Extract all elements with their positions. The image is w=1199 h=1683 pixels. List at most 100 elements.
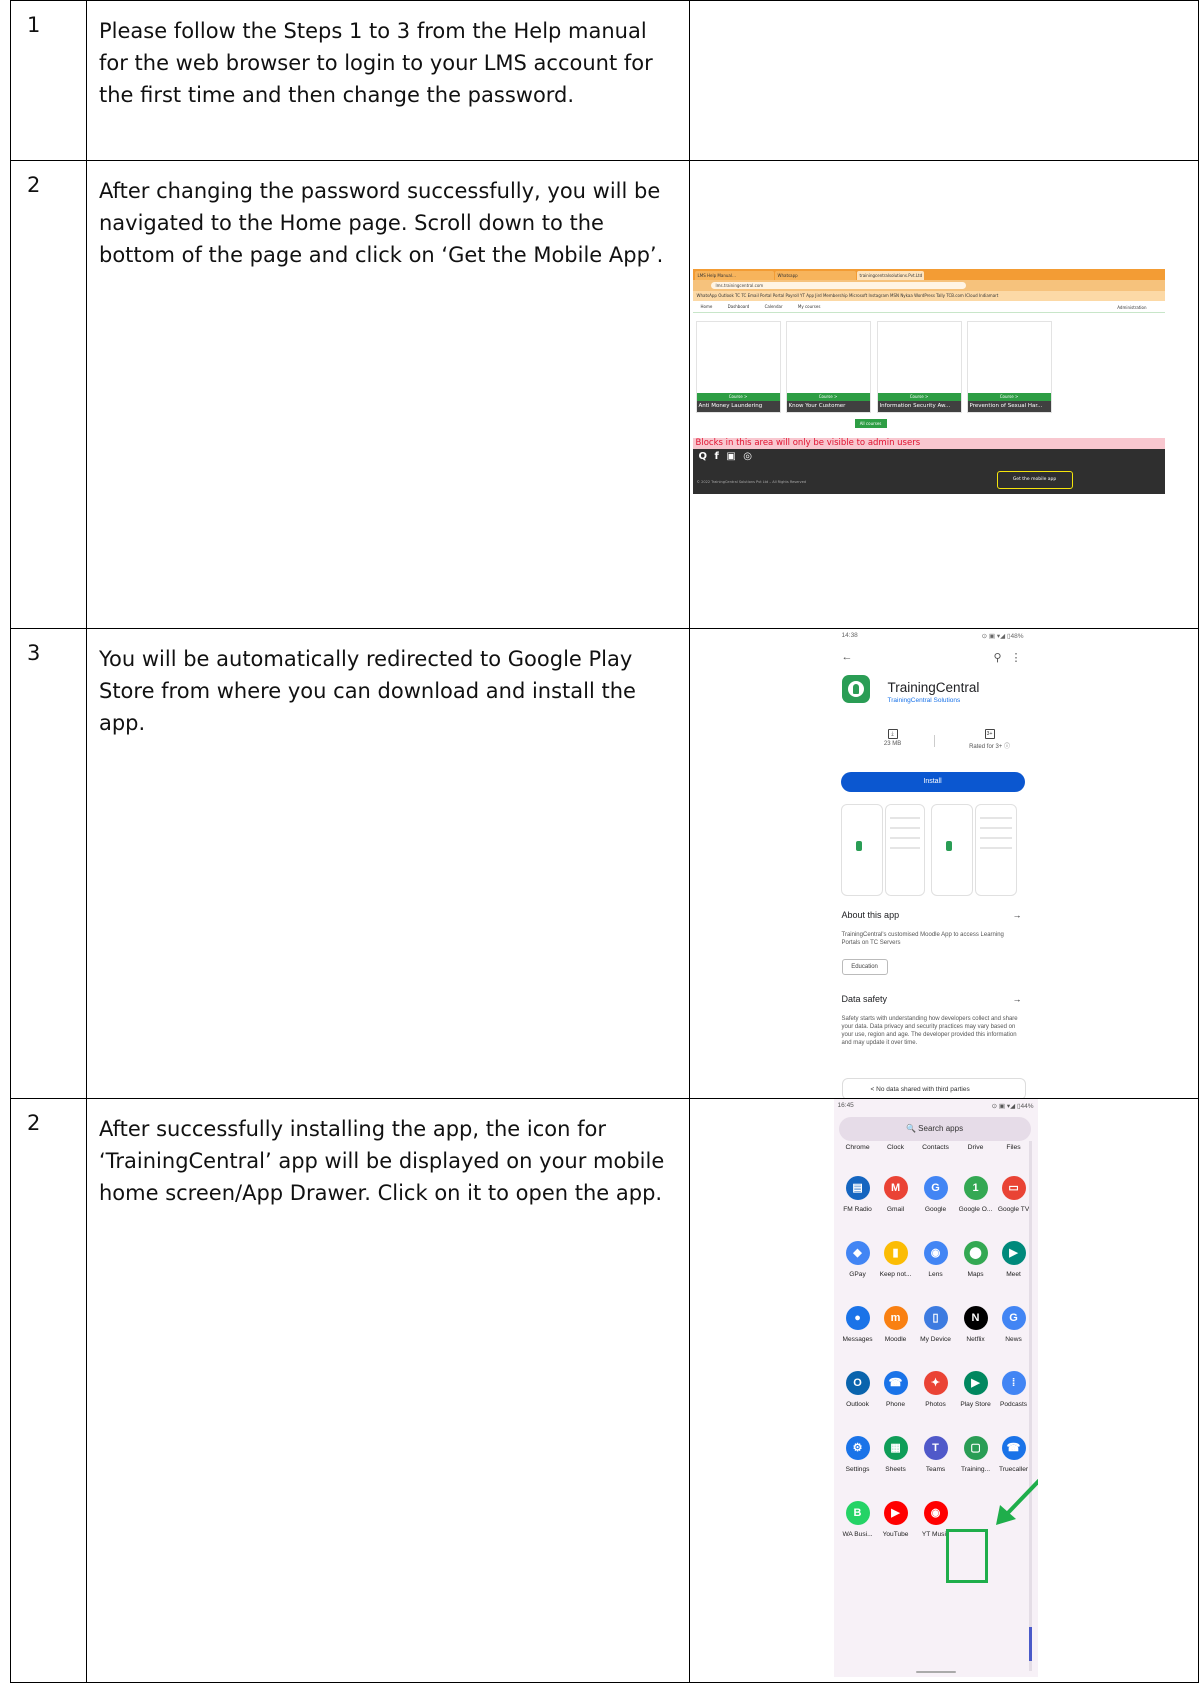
app-launcher[interactable]: ⚙ Settings [838,1436,878,1473]
app-icon[interactable]: ⬤ [963,1241,988,1265]
app-launcher[interactable]: N Netflix [956,1306,996,1343]
get-mobile-app-button[interactable]: Get the mobile app [996,471,1073,489]
app-screenshot[interactable] [884,804,925,896]
app-launcher[interactable]: M Gmail [876,1176,916,1213]
app-icon[interactable]: O [845,1371,870,1395]
back-arrow-icon[interactable]: ← [842,651,853,663]
app-launcher[interactable]: ✦ Photos [916,1371,956,1408]
course-card[interactable]: Course > Know Your Customer [785,321,871,413]
app-icon[interactable]: m [883,1306,908,1330]
course-button[interactable]: Course > [967,393,1051,401]
social-icons[interactable]: Q f ▣ ◎ [699,451,754,462]
app-launcher[interactable]: ▯ My Device [916,1306,956,1343]
app-launcher[interactable]: ◉ Lens [916,1241,956,1278]
app-label[interactable]: Chrome [838,1144,878,1151]
app-icon[interactable]: ◉ [923,1501,948,1525]
app-label: YouTube [882,1531,909,1538]
app-icon[interactable]: ▭ [1001,1176,1026,1200]
install-button[interactable]: Install [840,772,1025,792]
app-launcher[interactable]: 1 Google O... [956,1176,996,1213]
app-icon[interactable]: ◆ [845,1241,870,1265]
app-icon[interactable]: B [845,1501,870,1525]
app-icon[interactable]: T [923,1436,948,1460]
app-icon[interactable]: ▯ [923,1306,948,1330]
browser-tab-active[interactable]: trainingcentralsolutions.Pvt.Ltd [856,271,924,280]
app-icon[interactable]: ☎ [883,1371,908,1395]
app-label[interactable]: Files [994,1144,1034,1151]
app-launcher[interactable]: ▤ FM Radio [838,1176,878,1213]
nav-home[interactable]: Home [701,304,713,309]
data-safety-header[interactable]: Data safety → [842,994,1024,1004]
app-icon[interactable]: ▤ [845,1176,870,1200]
course-button[interactable]: Course > [786,393,870,401]
app-launcher[interactable]: ▭ Google TV [994,1176,1034,1213]
nav-administration[interactable]: Administration [1117,302,1146,313]
search-icon[interactable]: ⚲ [993,651,1001,664]
app-icon[interactable]: G [1001,1306,1026,1330]
course-card[interactable]: Course > Anti Money Laundering [695,321,781,413]
app-screenshot[interactable] [840,804,883,896]
scrollbar[interactable] [1028,1141,1032,1671]
app-screenshot[interactable] [974,804,1017,896]
course-card[interactable]: Course > Prevention of Sexual Har... [966,321,1052,413]
app-label[interactable]: Contacts [916,1144,956,1151]
nav-my-courses[interactable]: My courses [798,304,821,309]
app-icon[interactable]: ▦ [883,1436,908,1460]
app-launcher[interactable]: ▶ YouTube [876,1501,916,1538]
category-chip[interactable]: Education [841,959,888,975]
nav-dashboard[interactable]: Dashboard [728,304,750,309]
app-launcher[interactable]: G News [994,1306,1034,1343]
developer-link[interactable]: TrainingCentral Solutions [888,697,961,704]
app-icon[interactable]: 1 [963,1176,988,1200]
course-card[interactable]: Course > Information Security Aw... [876,321,962,413]
scrollbar-thumb[interactable] [1028,1627,1032,1661]
app-icon[interactable]: ⁞ [1001,1371,1026,1395]
app-launcher[interactable]: ▶ Play Store [956,1371,996,1408]
app-launcher[interactable]: O Outlook [838,1371,878,1408]
app-icon[interactable]: ▶ [963,1371,988,1395]
app-screenshot[interactable] [930,804,973,896]
app-icon[interactable]: ◉ [923,1241,948,1265]
app-icon[interactable]: ✦ [923,1371,948,1395]
bookmarks-bar[interactable]: WhatsApp Outlook TC TC Email Portal Port… [692,291,1165,301]
more-vert-icon[interactable]: ⋮ [1011,651,1022,664]
search-apps-input[interactable]: 🔍 Search apps [838,1117,1031,1141]
app-launcher[interactable]: ● Messages [838,1306,878,1343]
app-launcher[interactable]: ▦ Sheets [876,1436,916,1473]
step-number: 2 [27,173,41,197]
app-icon[interactable]: ● [845,1306,870,1330]
app-icon[interactable]: G [923,1176,948,1200]
app-launcher[interactable]: ▶ Meet [994,1241,1034,1278]
app-icon[interactable]: ▮ [883,1241,908,1265]
app-icon[interactable]: ▶ [1001,1241,1026,1265]
app-label[interactable]: Drive [956,1144,996,1151]
app-icon[interactable]: N [963,1306,988,1330]
app-launcher[interactable]: ◆ GPay [838,1241,878,1278]
app-screenshots[interactable] [840,804,1025,896]
about-section-header[interactable]: About this app → [842,910,1024,920]
url-field[interactable]: lms.trainingcentral.com [710,282,966,289]
nav-calendar[interactable]: Calendar [765,304,783,309]
browser-tab[interactable]: LMS Help Manual… [694,271,774,280]
app-icon[interactable]: M [883,1176,908,1200]
gesture-bar[interactable] [915,1671,956,1673]
app-launcher[interactable]: ⁞ Podcasts [994,1371,1034,1408]
app-icon[interactable]: ▶ [883,1501,908,1525]
app-icon[interactable]: ☎ [1001,1436,1026,1460]
step-number-cell: 3 [10,628,87,1099]
course-button[interactable]: Course > [877,393,961,401]
all-courses-button[interactable]: All courses [854,419,887,428]
app-launcher[interactable]: ▮ Keep not... [876,1241,916,1278]
app-launcher[interactable]: G Google [916,1176,956,1213]
app-icon[interactable]: ▢ [963,1436,988,1460]
app-launcher[interactable]: ⬤ Maps [956,1241,996,1278]
browser-tab[interactable]: Whatsapp [774,271,856,280]
course-button[interactable]: Course > [696,393,780,401]
app-launcher[interactable]: ▢ Training... [956,1436,996,1473]
app-launcher[interactable]: T Teams [916,1436,956,1473]
app-icon[interactable]: ⚙ [845,1436,870,1460]
app-launcher[interactable]: ☎ Phone [876,1371,916,1408]
app-launcher[interactable]: B WA Busi... [838,1501,878,1538]
app-launcher[interactable]: m Moodle [876,1306,916,1343]
app-label[interactable]: Clock [876,1144,916,1151]
